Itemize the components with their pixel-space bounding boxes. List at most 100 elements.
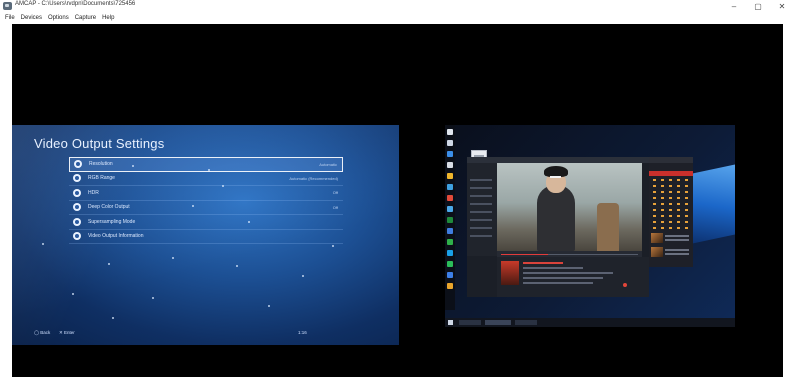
grid-cell-icon[interactable]: [669, 197, 672, 199]
taskbar-app[interactable]: [515, 320, 537, 325]
app-icon[interactable]: [447, 151, 453, 157]
sidebar-item[interactable]: [470, 219, 492, 221]
grid-cell-icon[interactable]: [677, 215, 680, 217]
minimize-button[interactable]: –: [722, 0, 746, 12]
grid-cell-icon[interactable]: [661, 227, 664, 229]
grid-cell-icon[interactable]: [677, 197, 680, 199]
taskbar-app[interactable]: [485, 320, 511, 325]
app-icon[interactable]: [447, 184, 453, 190]
grid-cell-icon[interactable]: [677, 179, 680, 181]
app-icon[interactable]: [447, 228, 453, 234]
setting-value: Automatic: [319, 161, 337, 167]
grid-cell-icon[interactable]: [685, 227, 688, 229]
grid-cell-icon[interactable]: [653, 215, 656, 217]
app-icon[interactable]: [447, 239, 453, 245]
menu-file[interactable]: File: [5, 15, 15, 21]
grid-cell-icon[interactable]: [685, 179, 688, 181]
grid-cell-icon[interactable]: [653, 185, 656, 187]
grid-cell-icon[interactable]: [669, 179, 672, 181]
grid-cell-icon[interactable]: [685, 197, 688, 199]
app-icon[interactable]: [447, 217, 453, 223]
grid-cell-icon[interactable]: [677, 203, 680, 205]
grid-cell-icon[interactable]: [669, 215, 672, 217]
app-icon[interactable]: [447, 283, 453, 289]
app-icon[interactable]: [447, 173, 453, 179]
sparkle: [332, 245, 334, 247]
grid-cell-icon[interactable]: [653, 197, 656, 199]
app-icon[interactable]: [447, 162, 453, 168]
sidebar-item[interactable]: [470, 179, 492, 181]
grid-cell-icon[interactable]: [685, 191, 688, 193]
sidebar-item[interactable]: [470, 195, 492, 197]
grid-cell-icon[interactable]: [661, 203, 664, 205]
app-icon[interactable]: [447, 272, 453, 278]
video-player-window[interactable]: [467, 157, 649, 297]
app-icon[interactable]: [447, 129, 453, 135]
app-icon[interactable]: [447, 140, 453, 146]
grid-cell-icon[interactable]: [669, 209, 672, 211]
grid-cell-icon[interactable]: [661, 185, 664, 187]
grid-cell-icon[interactable]: [677, 191, 680, 193]
side-panel-thumbnail[interactable]: [651, 233, 663, 243]
grid-cell-icon[interactable]: [669, 203, 672, 205]
side-panel-window[interactable]: [649, 157, 693, 267]
grid-cell-icon[interactable]: [653, 179, 656, 181]
sidebar-item[interactable]: [470, 227, 492, 229]
grid-cell-icon[interactable]: [669, 185, 672, 187]
menu-devices[interactable]: Devices: [21, 15, 42, 21]
grid-cell-icon[interactable]: [669, 221, 672, 223]
grid-cell-icon[interactable]: [653, 209, 656, 211]
grid-cell-icon[interactable]: [669, 191, 672, 193]
grid-cell-icon[interactable]: [677, 209, 680, 211]
app-icon[interactable]: [447, 195, 453, 201]
grid-cell-icon[interactable]: [653, 221, 656, 223]
grid-cell-icon[interactable]: [661, 191, 664, 193]
sidebar-item[interactable]: [470, 187, 492, 189]
side-panel-tabs[interactable]: [649, 171, 693, 176]
sidebar-item[interactable]: [470, 203, 492, 205]
menu-capture[interactable]: Capture: [75, 15, 96, 21]
app-icon[interactable]: [447, 250, 453, 256]
ps4-setting-supersampling[interactable]: Supersampling Mode: [69, 215, 343, 230]
grid-cell-icon[interactable]: [685, 185, 688, 187]
menu-options[interactable]: Options: [48, 15, 69, 21]
grid-cell-icon[interactable]: [661, 221, 664, 223]
sidebar-item[interactable]: [470, 211, 492, 213]
side-panel-thumbnail[interactable]: [651, 247, 663, 257]
menu-help[interactable]: Help: [102, 15, 114, 21]
ps4-setting-hdr[interactable]: HDR Off: [69, 186, 343, 201]
windows-taskbar: [445, 318, 735, 327]
video-frame[interactable]: [497, 163, 642, 251]
ps4-setting-resolution[interactable]: Resolution Automatic: [69, 157, 343, 172]
grid-cell-icon[interactable]: [685, 209, 688, 211]
playback-progress-bar[interactable]: [501, 253, 638, 255]
sidebar-item[interactable]: [470, 235, 492, 237]
grid-cell-icon[interactable]: [685, 215, 688, 217]
start-button[interactable]: [448, 320, 453, 325]
grid-cell-icon[interactable]: [677, 221, 680, 223]
info-line: [523, 267, 583, 269]
video-thumbnail[interactable]: [501, 261, 519, 285]
grid-cell-icon[interactable]: [653, 203, 656, 205]
side-panel-header[interactable]: [649, 157, 693, 163]
grid-cell-icon[interactable]: [653, 191, 656, 193]
grid-cell-icon[interactable]: [661, 215, 664, 217]
grid-cell-icon[interactable]: [677, 185, 680, 187]
grid-cell-icon[interactable]: [669, 227, 672, 229]
grid-cell-icon[interactable]: [661, 197, 664, 199]
ps4-setting-deep-color[interactable]: Deep Color Output Off: [69, 201, 343, 215]
close-button[interactable]: ✕: [770, 0, 794, 12]
taskbar-app[interactable]: [459, 320, 481, 325]
app-icon[interactable]: [447, 261, 453, 267]
grid-cell-icon[interactable]: [661, 179, 664, 181]
grid-cell-icon[interactable]: [685, 203, 688, 205]
ps4-setting-video-output-info[interactable]: Video Output Information: [69, 230, 343, 244]
grid-cell-icon[interactable]: [661, 209, 664, 211]
app-icon[interactable]: [447, 206, 453, 212]
maximize-button[interactable]: ▢: [746, 0, 770, 12]
ps4-setting-rgb-range[interactable]: RGB Range Automatic (Recommended): [69, 172, 343, 186]
grid-cell-icon[interactable]: [677, 227, 680, 229]
grid-cell-icon[interactable]: [653, 227, 656, 229]
grid-cell-icon[interactable]: [685, 221, 688, 223]
window-title: AMCAP - C:\Users\rvdpn\Documents\725456: [15, 1, 136, 7]
